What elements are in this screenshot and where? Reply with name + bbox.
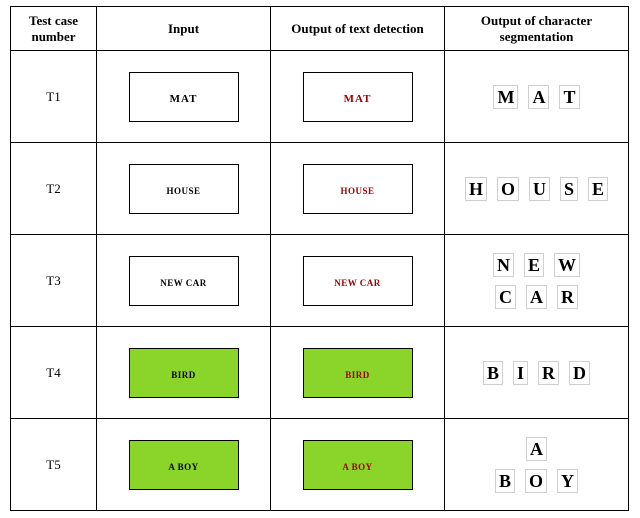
test-case-number: T5 xyxy=(11,419,97,511)
segmentation-line: CAR xyxy=(452,285,622,309)
detection-label: A BOY xyxy=(342,462,372,472)
segmentation-line: MAT xyxy=(493,85,579,109)
detection-box: NEW CAR xyxy=(303,256,413,306)
segmented-char: R xyxy=(557,285,578,309)
segmentation-output: HOUSE xyxy=(465,173,608,205)
segmented-char: D xyxy=(569,361,590,385)
segmented-char: R xyxy=(538,361,559,385)
input-cell: BIRD xyxy=(97,327,271,419)
segmentation-line: HOUSE xyxy=(465,177,608,201)
segmentation-output: BIRD xyxy=(483,357,590,389)
detection-label: NEW CAR xyxy=(334,278,381,288)
table-row: T2HOUSEHOUSEHOUSE xyxy=(11,143,629,235)
header-test-case-number: Test case number xyxy=(11,7,97,51)
test-case-number: T3 xyxy=(11,235,97,327)
input-cell: NEW CAR xyxy=(97,235,271,327)
segmentation-output: ABOY xyxy=(479,433,593,497)
test-case-number: T4 xyxy=(11,327,97,419)
results-table: Test case number Input Output of text de… xyxy=(10,6,629,511)
input-box: HOUSE xyxy=(129,164,239,214)
table-row: T5A BOYA BOYABOY xyxy=(11,419,629,511)
input-box: BIRD xyxy=(129,348,239,398)
detection-cell: MAT xyxy=(271,51,445,143)
detection-box: A BOY xyxy=(303,440,413,490)
segmented-char: N xyxy=(493,253,514,277)
segmented-char: B xyxy=(495,469,515,493)
segmentation-cell: NEW CAR xyxy=(445,235,629,327)
segmentation-cell: BIRD xyxy=(445,327,629,419)
test-case-number: T2 xyxy=(11,143,97,235)
segmented-char: E xyxy=(588,177,608,201)
header-detection: Output of text detection xyxy=(271,7,445,51)
segmented-char: T xyxy=(559,85,579,109)
segmented-char: H xyxy=(465,177,487,201)
input-cell: HOUSE xyxy=(97,143,271,235)
header-segmentation: Output of character segmentation xyxy=(445,7,629,51)
segmented-char: I xyxy=(513,361,528,385)
segmented-char: C xyxy=(495,285,516,309)
table-row: T3NEW CARNEW CARNEWCAR xyxy=(11,235,629,327)
segmentation-line: A xyxy=(479,437,593,461)
input-cell: MAT xyxy=(97,51,271,143)
segmentation-cell: HOUSE xyxy=(445,143,629,235)
detection-cell: A BOY xyxy=(271,419,445,511)
detection-cell: HOUSE xyxy=(271,143,445,235)
segmented-char: M xyxy=(493,85,518,109)
input-cell: A BOY xyxy=(97,419,271,511)
segmented-char: A xyxy=(526,437,547,461)
table-row: T4BIRDBIRDBIRD xyxy=(11,327,629,419)
input-label: HOUSE xyxy=(166,186,200,196)
test-case-number: T1 xyxy=(11,51,97,143)
input-label: MAT xyxy=(170,93,198,105)
table-row: T1MATMATMAT xyxy=(11,51,629,143)
segmentation-line: NEW xyxy=(452,253,622,277)
input-box: A BOY xyxy=(129,440,239,490)
segmentation-line: BOY xyxy=(479,469,593,493)
header-input: Input xyxy=(97,7,271,51)
segmentation-cell: MAT xyxy=(445,51,629,143)
segmentation-cell: ABOY xyxy=(445,419,629,511)
segmented-char: O xyxy=(525,469,547,493)
input-box: MAT xyxy=(129,72,239,122)
segmented-char: W xyxy=(554,253,580,277)
segmentation-output: NEW CAR xyxy=(452,249,622,313)
segmented-char: B xyxy=(483,361,503,385)
detection-box: HOUSE xyxy=(303,164,413,214)
detection-label: BIRD xyxy=(345,370,370,380)
segmented-char: A xyxy=(526,285,547,309)
segmented-char: O xyxy=(497,177,519,201)
detection-label: MAT xyxy=(344,93,372,105)
detection-box: BIRD xyxy=(303,348,413,398)
detection-cell: NEW CAR xyxy=(271,235,445,327)
input-label: NEW CAR xyxy=(160,278,207,288)
segmented-char: U xyxy=(529,177,550,201)
detection-box: MAT xyxy=(303,72,413,122)
segmented-char: A xyxy=(528,85,549,109)
input-label: A BOY xyxy=(168,462,198,472)
input-label: BIRD xyxy=(171,370,196,380)
segmentation-output: MAT xyxy=(493,81,579,113)
segmentation-line: BIRD xyxy=(483,361,590,385)
input-box: NEW CAR xyxy=(129,256,239,306)
segmented-char: E xyxy=(524,253,544,277)
segmented-char: Y xyxy=(557,469,578,493)
detection-label: HOUSE xyxy=(340,186,374,196)
segmented-char: S xyxy=(560,177,578,201)
detection-cell: BIRD xyxy=(271,327,445,419)
